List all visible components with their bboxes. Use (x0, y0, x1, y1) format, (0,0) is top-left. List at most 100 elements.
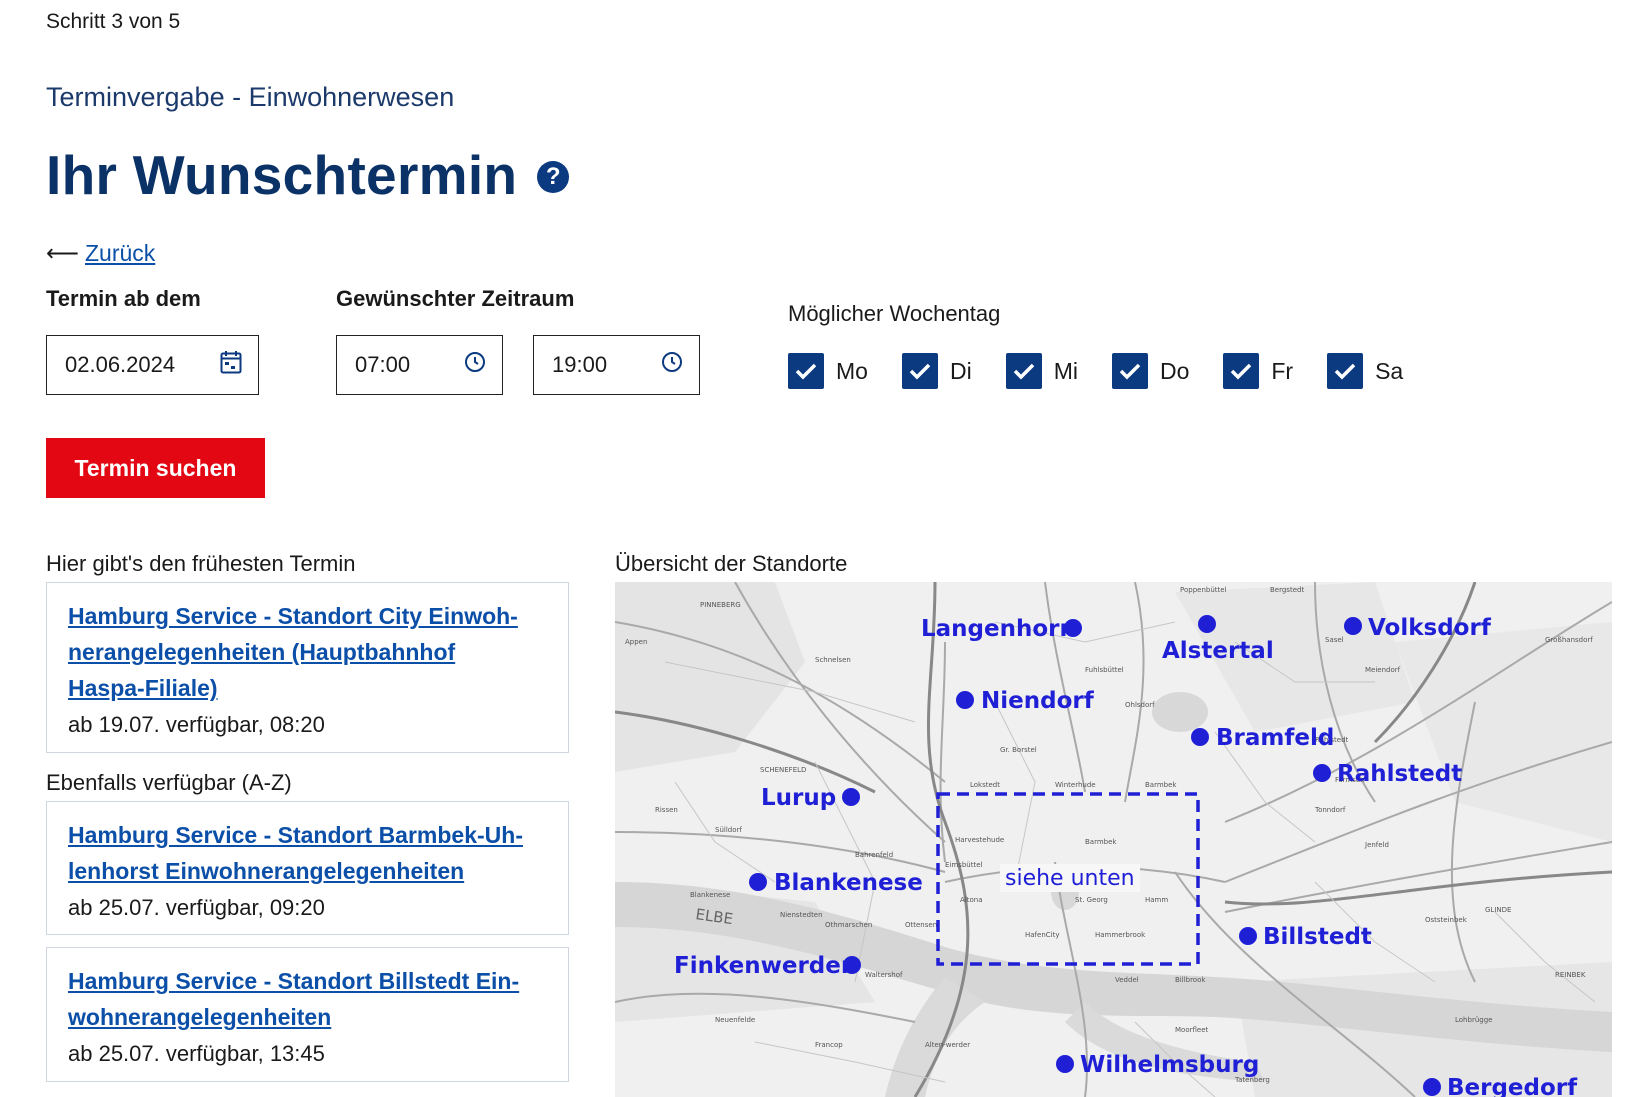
weekday-checkbox-sa[interactable]: Sa (1327, 353, 1403, 389)
weekday-checkbox-di[interactable]: Di (901, 353, 972, 389)
location-card: Hamburg Service - Standort City Einwoh- … (46, 582, 569, 753)
weekday-checkbox-mo[interactable]: Mo (788, 353, 868, 389)
checkmark-icon[interactable] (1111, 353, 1148, 389)
map-label-bramfeld: Bramfeld (1216, 725, 1334, 751)
map-label-alstertal: Alstertal (1162, 638, 1274, 664)
svg-text:Alten-werder: Alten-werder (925, 1041, 970, 1049)
svg-text:Neuenfelde: Neuenfelde (715, 1016, 755, 1024)
weekday-checkbox-mi[interactable]: Mi (1005, 353, 1078, 389)
back-nav: ⟵ Zurück (46, 240, 155, 267)
page-subtitle: Terminvergabe - Einwohnerwesen (46, 82, 455, 112)
weekday-label-di: Di (949, 357, 972, 384)
svg-text:Barmbek: Barmbek (1085, 838, 1117, 846)
svg-text:Moorfleet: Moorfleet (1175, 1026, 1209, 1034)
page-title: Ihr Wunschtermin (46, 144, 518, 206)
map-label-blankenese: Blankenese (774, 870, 923, 896)
time-to-value: 19:00 (552, 352, 608, 377)
svg-text:HafenCity: HafenCity (1025, 931, 1059, 939)
svg-text:Gr. Borstel: Gr. Borstel (1000, 746, 1037, 754)
map-marker-wilhelmsburg (1056, 1055, 1074, 1073)
weekday-checkbox-do[interactable]: Do (1111, 353, 1189, 389)
availability-text: ab 25.07. verfügbar, 13:45 (68, 1041, 325, 1066)
svg-text:Blankenese: Blankenese (690, 891, 730, 899)
calendar-icon[interactable] (220, 350, 242, 380)
svg-text:Poppenbüttel: Poppenbüttel (1180, 586, 1227, 594)
map-marker-bramfeld (1191, 728, 1209, 746)
svg-text:Nienstedten: Nienstedten (780, 911, 823, 919)
svg-text:Rissen: Rissen (655, 806, 678, 814)
map-marker-niendorf (956, 691, 974, 709)
weekday-checkbox-fr[interactable]: Fr (1223, 353, 1293, 389)
svg-text:Großhansdorf: Großhansdorf (1545, 636, 1593, 644)
map-marker-alstertal (1198, 615, 1216, 633)
link-line: Hamburg Service - Standort Billstedt Ein… (68, 968, 520, 994)
svg-text:Altona: Altona (960, 896, 983, 904)
svg-text:Ohlsdorf: Ohlsdorf (1125, 701, 1155, 709)
back-link[interactable]: Zurück (85, 240, 155, 267)
svg-text:Schnelsen: Schnelsen (815, 656, 851, 664)
svg-text:St. Georg: St. Georg (1075, 896, 1108, 904)
time-to-field[interactable]: 19:00 (533, 335, 700, 395)
checkmark-icon[interactable] (1223, 353, 1260, 389)
svg-text:Waltershof: Waltershof (865, 971, 903, 979)
svg-text:Winterhude: Winterhude (1055, 781, 1096, 789)
map-label-finkenwerder: Finkenwerder (674, 953, 853, 979)
weekday-label-fr: Fr (1271, 357, 1294, 384)
map-label-volksdorf: Volksdorf (1368, 615, 1492, 641)
link-line: wohnerangelegenheiten (68, 1004, 332, 1030)
checkmark-icon[interactable] (1327, 353, 1364, 389)
svg-text:Jenfeld: Jenfeld (1364, 841, 1389, 849)
svg-text:Billbrook: Billbrook (1175, 976, 1206, 984)
svg-text:REINBEK: REINBEK (1555, 971, 1586, 979)
weekday-label-sa: Sa (1375, 357, 1404, 384)
svg-text:PINNEBERG: PINNEBERG (700, 601, 741, 609)
checkmark-icon[interactable] (901, 353, 938, 389)
weekday-label-mo: Mo (836, 357, 868, 384)
location-link[interactable]: Hamburg Service - Standort Barmbek-Uh- l… (68, 817, 548, 889)
date-field[interactable]: 02.06.2024 (46, 335, 259, 395)
svg-text:Sasel: Sasel (1325, 636, 1344, 644)
link-line: lenhorst Einwohnerangelegenheiten (68, 858, 465, 884)
svg-text:Harvestehude: Harvestehude (955, 836, 1004, 844)
location-link[interactable]: Hamburg Service - Standort Billstedt Ein… (68, 963, 548, 1035)
availability-text: ab 19.07. verfügbar, 08:20 (68, 712, 325, 737)
location-map[interactable]: PINNEBERG Poppenbüttel Bergstedt Appen S… (615, 582, 1612, 1097)
svg-text:Lohbrügge: Lohbrügge (1455, 1016, 1492, 1024)
clock-icon[interactable] (661, 351, 683, 379)
weekday-label-mi: Mi (1053, 357, 1078, 384)
checkmark-icon[interactable] (1005, 353, 1042, 389)
svg-text:GLINDE: GLINDE (1485, 906, 1511, 914)
arrow-left-icon: ⟵ (46, 240, 79, 266)
location-card: Hamburg Service - Standort Barmbek-Uh- l… (46, 801, 569, 935)
svg-text:Meiendorf: Meiendorf (1365, 666, 1401, 674)
svg-text:Oststeinbek: Oststeinbek (1425, 916, 1468, 924)
location-link[interactable]: Hamburg Service - Standort City Einwoh- … (68, 598, 548, 706)
svg-text:Bergstedt: Bergstedt (1270, 586, 1304, 594)
svg-text:Veddel: Veddel (1115, 976, 1139, 984)
map-label-lurup: Lurup (761, 785, 836, 811)
map-label-bergedorf: Bergedorf (1447, 1075, 1578, 1097)
svg-text:Eimsbüttel: Eimsbüttel (945, 861, 983, 869)
checkmark-icon[interactable] (788, 353, 824, 389)
availability-text: ab 25.07. verfügbar, 09:20 (68, 895, 325, 920)
link-line: Haspa-Filiale) (68, 675, 218, 701)
weekday-label: Möglicher Wochentag (788, 301, 1001, 326)
svg-text:Sülldorf: Sülldorf (715, 826, 742, 834)
help-icon[interactable]: ? (537, 161, 570, 193)
svg-text:Bahrenfeld: Bahrenfeld (855, 851, 893, 859)
svg-text:Ottensen: Ottensen (905, 921, 937, 929)
svg-text:Barmbek: Barmbek (1145, 781, 1177, 789)
weekday-checkbox-group: Mo Di Mi Do Fr Sa (788, 353, 1437, 389)
time-range-label: Gewünschter Zeitraum (336, 286, 575, 311)
svg-text:Fuhlsbüttel: Fuhlsbüttel (1085, 666, 1124, 674)
svg-text:Francop: Francop (815, 1041, 843, 1049)
location-card: Hamburg Service - Standort Billstedt Ein… (46, 947, 569, 1082)
map-label-wilhelmsburg: Wilhelmsburg (1080, 1052, 1259, 1078)
center-area-label: siehe unten (1005, 866, 1135, 891)
map-marker-rahlstedt (1313, 764, 1331, 782)
map-label-langenhorn: Langenhorn (921, 616, 1076, 642)
search-button[interactable]: Termin suchen (46, 438, 265, 498)
date-label: Termin ab dem (46, 286, 201, 311)
time-from-field[interactable]: 07:00 (336, 335, 503, 395)
clock-icon[interactable] (464, 351, 486, 379)
